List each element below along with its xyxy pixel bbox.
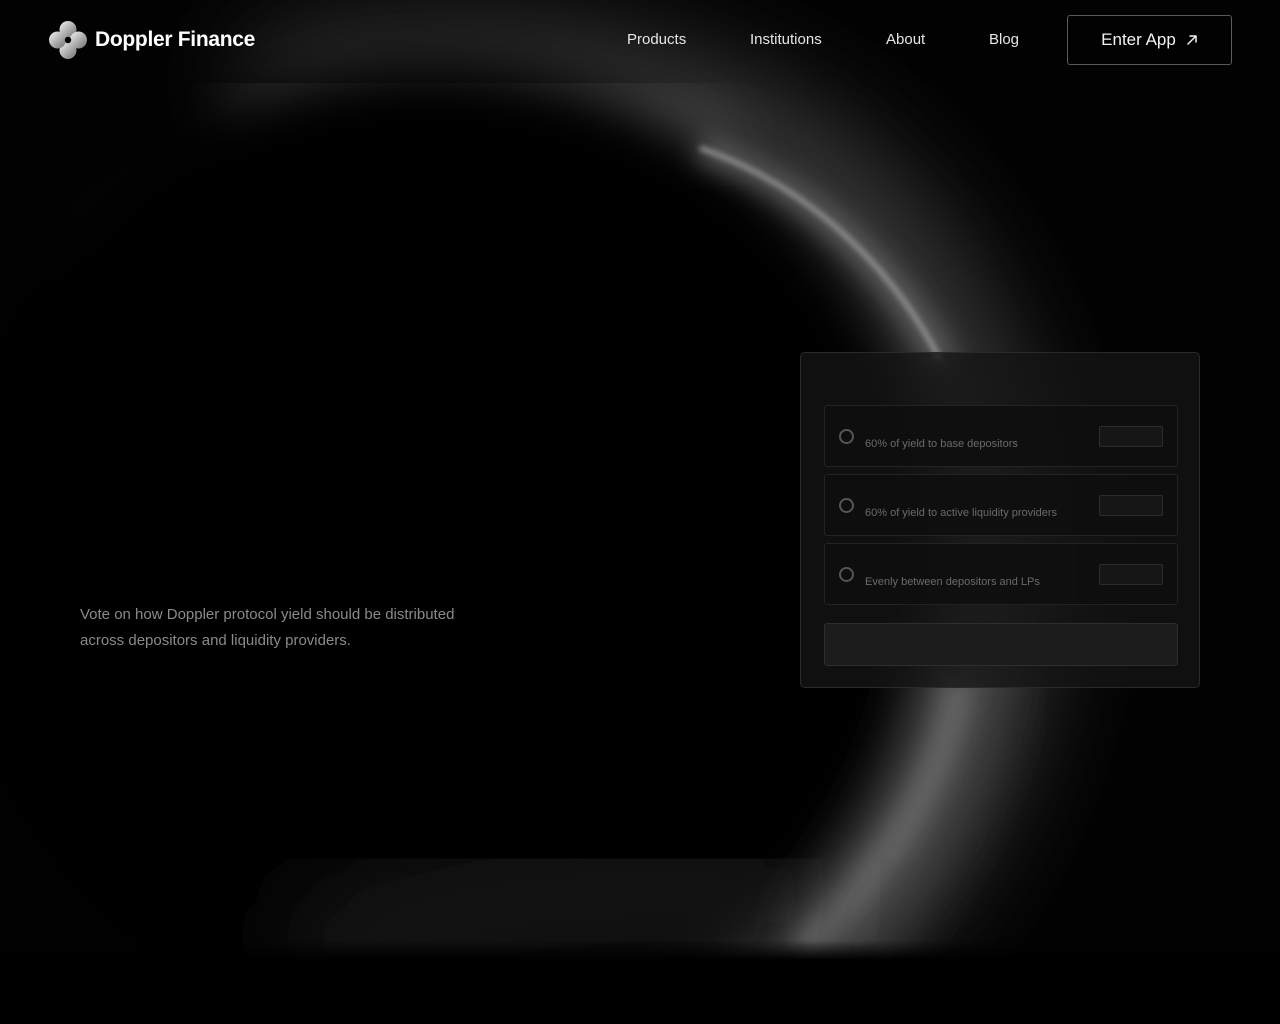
vote-option-liquidity-providers[interactable]: 60% of yield to active liquidity provide… [824, 474, 1178, 536]
option-label: Evenly between depositors and LPs [865, 576, 1040, 588]
page-bottom-strip [0, 960, 1280, 1024]
enter-app-button[interactable]: Enter App [1067, 15, 1232, 65]
option-value-placeholder [1099, 495, 1163, 516]
arrow-up-right-icon [1187, 35, 1197, 45]
nav-institutions[interactable]: Institutions [750, 31, 822, 48]
enter-app-label: Enter App [1101, 30, 1176, 49]
option-label: 60% of yield to base depositors [865, 438, 1018, 450]
nav-products[interactable]: Products [627, 31, 686, 48]
vote-card: 60% of yield to base depositors 60% of y… [800, 352, 1200, 688]
option-value-placeholder [1099, 564, 1163, 585]
site-header: Doppler Finance Products Institutions Ab… [0, 0, 1280, 80]
brand-logo[interactable]: Doppler Finance [48, 20, 255, 60]
vote-option-base-depositors[interactable]: 60% of yield to base depositors [824, 405, 1178, 467]
brand-name: Doppler Finance [95, 28, 256, 51]
doppler-petal-logo-icon [49, 21, 87, 59]
option-value-placeholder [1099, 426, 1163, 447]
radio-button[interactable] [839, 498, 854, 513]
radio-button[interactable] [839, 567, 854, 582]
hero-bottom-fade [0, 940, 1280, 960]
hero-description: Vote on how Doppler protocol yield shoul… [80, 606, 455, 649]
vote-option-evenly-split[interactable]: Evenly between depositors and LPs [824, 543, 1178, 605]
radio-button[interactable] [839, 429, 854, 444]
submit-vote-button[interactable] [824, 623, 1178, 666]
option-label: 60% of yield to active liquidity provide… [865, 507, 1057, 519]
nav-blog[interactable]: Blog [989, 31, 1019, 48]
nav-about[interactable]: About [886, 31, 925, 48]
